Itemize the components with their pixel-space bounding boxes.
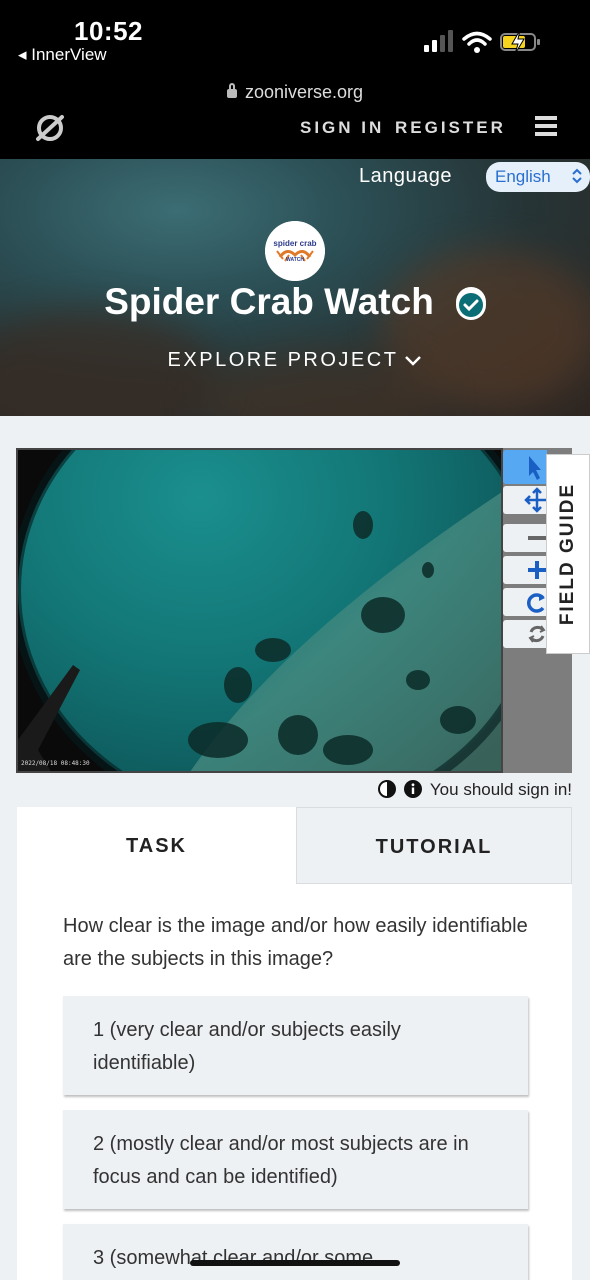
project-avatar: spider crab WATCH	[265, 221, 325, 281]
underwater-photo	[18, 450, 501, 771]
pointer-tool-button[interactable]	[503, 450, 547, 484]
menu-icon[interactable]	[535, 116, 557, 136]
url-bar[interactable]: zooniverse.org	[0, 82, 590, 103]
refresh-icon	[528, 625, 546, 643]
field-guide-label: FIELD GUIDE	[557, 482, 578, 626]
back-to-app-link[interactable]: ◂ InnerView	[18, 45, 107, 65]
clock: 10:52	[74, 16, 143, 46]
url-text: zooniverse.org	[244, 82, 364, 102]
register-link[interactable]: REGISTER	[395, 118, 506, 138]
cursor-icon	[529, 456, 541, 480]
zoom-out-button[interactable]	[503, 524, 547, 552]
language-select[interactable]: English	[486, 162, 590, 192]
info-icon[interactable]	[403, 780, 422, 798]
status-bar: 10:52 ◂ InnerView	[0, 0, 590, 76]
minus-icon	[528, 536, 547, 540]
plus-icon	[528, 561, 547, 579]
wifi-icon	[462, 31, 492, 53]
svg-text:WATCH: WATCH	[286, 257, 304, 263]
site-header: zooniverse.org SIGN IN REGISTER	[0, 76, 590, 159]
pan-tool-button[interactable]	[503, 486, 547, 514]
language-select-value: English	[495, 167, 551, 186]
move-icon	[524, 487, 547, 513]
sign-in-notice: You should sign in!	[377, 780, 572, 800]
answer-option-2[interactable]: 2 (mostly clear and/or most subjects are…	[63, 1110, 528, 1209]
tab-task[interactable]: TASK	[17, 807, 296, 884]
reset-button[interactable]	[503, 620, 547, 648]
image-timestamp: 2022/08/18 08:48:30	[21, 760, 90, 767]
home-indicator	[190, 1260, 400, 1266]
explore-project-button[interactable]: EXPLORE PROJECT	[0, 349, 590, 372]
rotate-button[interactable]	[503, 588, 547, 616]
project-title: Spider Crab Watch	[0, 279, 590, 323]
sign-in-notice-text: You should sign in!	[429, 780, 572, 799]
rotate-icon	[527, 593, 545, 613]
cellular-signal-icon	[424, 30, 454, 52]
chevron-down-icon	[405, 355, 422, 366]
contrast-icon[interactable]	[377, 780, 396, 798]
project-title-text: Spider Crab Watch	[104, 281, 434, 323]
classifier-panel: TASK TUTORIAL How clear is the image and…	[17, 807, 572, 1280]
explore-project-label: EXPLORE PROJECT	[167, 349, 399, 371]
project-hero: Language English spider crab WATCH Spide…	[0, 159, 590, 416]
tab-tutorial[interactable]: TUTORIAL	[296, 807, 572, 884]
svg-text:spider crab: spider crab	[273, 239, 316, 248]
answer-option-1[interactable]: 1 (very clear and/or subjects easily ide…	[63, 996, 528, 1095]
task-question: How clear is the image and/or how easily…	[63, 915, 528, 970]
verified-check-icon	[455, 287, 486, 321]
subject-image[interactable]: 2022/08/18 08:48:30	[16, 448, 503, 773]
answer-option-3[interactable]: 3 (somewhat clear and/or some	[63, 1224, 528, 1280]
lock-icon	[226, 83, 237, 98]
select-arrows-icon	[572, 168, 582, 184]
battery-icon	[500, 30, 540, 54]
sign-in-link[interactable]: SIGN IN	[300, 118, 384, 138]
language-label: Language	[359, 165, 452, 187]
field-guide-tab[interactable]: FIELD GUIDE	[546, 454, 590, 654]
zooniverse-logo-icon[interactable]	[34, 112, 66, 144]
zoom-in-button[interactable]	[503, 556, 547, 584]
